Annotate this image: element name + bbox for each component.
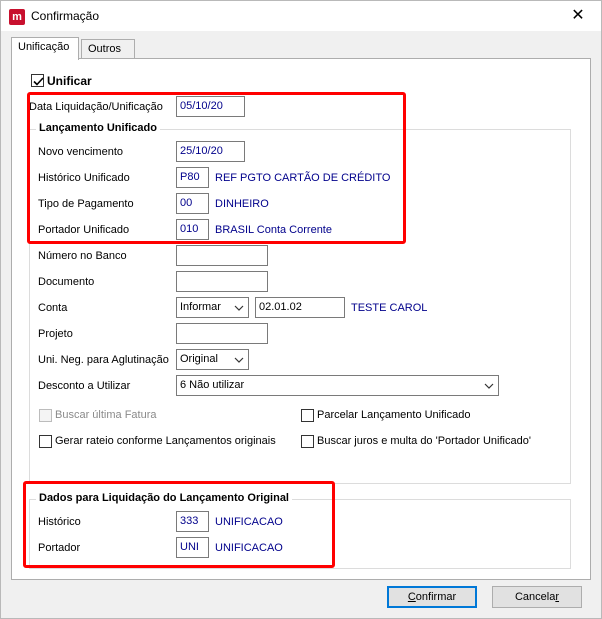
chevron-down-icon [234,305,244,311]
chevron-down-icon [484,383,494,389]
data-liquidacao-input[interactable]: 05/10/20 [176,96,245,117]
historico-unificado-label: Histórico Unificado [38,172,130,184]
app-logo-icon: m [9,9,25,25]
uni-neg-label: Uni. Neg. para Aglutinação [38,354,169,366]
dados-portador-code-input[interactable]: UNI [176,537,209,558]
parcelar-checkbox[interactable] [301,409,314,422]
conta-mode-value: Informar [180,301,221,313]
title-bar: m Confirmação ✕ [1,1,601,31]
tab-outros[interactable]: Outros [81,39,135,59]
cancelar-label-first: Cancela [514,591,556,603]
parcelar-label: Parcelar Lançamento Unificado [317,409,471,421]
numero-banco-input[interactable] [176,245,268,266]
tab-unificacao[interactable]: Unificação [11,37,79,60]
dados-portador-desc: UNIFICACAO [215,542,283,554]
portador-unificado-label: Portador Unificado [38,224,130,236]
desconto-select[interactable]: 6 Não utilizar [176,375,499,396]
documento-input[interactable] [176,271,268,292]
close-button[interactable]: ✕ [555,1,601,31]
dados-historico-desc: UNIFICACAO [215,516,283,528]
projeto-label: Projeto [38,328,73,340]
buscar-ultima-fatura-label: Buscar última Fatura [55,409,157,421]
confirmar-button[interactable]: Confirmar [387,586,477,608]
dados-liquidacao-title: Dados para Liquidação do Lançamento Orig… [36,492,292,504]
buscar-juros-label: Buscar juros e multa do 'Portador Unific… [317,435,531,447]
tipo-pagamento-label: Tipo de Pagamento [38,198,134,210]
historico-unificado-desc: REF PGTO CARTÃO DE CRÉDITO [215,172,391,184]
confirmation-dialog: m Confirmação ✕ Unificação Outros Unific… [0,0,602,619]
portador-unificado-desc: BRASIL Conta Corrente [215,224,332,236]
dados-historico-code-input[interactable]: 333 [176,511,209,532]
portador-unificado-code-input[interactable]: 010 [176,219,209,240]
conta-desc: TESTE CAROL [351,302,428,314]
cancelar-button[interactable]: Cancelar [492,586,582,608]
unificar-checkbox[interactable] [31,74,44,87]
tipo-pagamento-code-input[interactable]: 00 [176,193,209,214]
dados-liquidacao-group [29,499,571,569]
data-liquidacao-label: Data Liquidação/Unificação [29,101,163,113]
conta-mode-select[interactable]: Informar [176,297,249,318]
projeto-input[interactable] [176,323,268,344]
check-icon [33,77,44,86]
window-title: Confirmação [31,9,100,23]
novo-vencimento-input[interactable]: 25/10/20 [176,141,245,162]
buscar-juros-checkbox[interactable] [301,435,314,448]
chevron-down-icon [234,357,244,363]
novo-vencimento-label: Novo vencimento [38,146,123,158]
cancelar-mnemonic: r [555,591,560,603]
dados-historico-label: Histórico [38,516,81,528]
confirmar-mnemonic: C [407,591,416,603]
numero-banco-label: Número no Banco [38,250,127,262]
desconto-label: Desconto a Utilizar [38,380,131,392]
uni-neg-value: Original [180,353,218,365]
uni-neg-select[interactable]: Original [176,349,249,370]
close-icon: ✕ [571,7,585,24]
tipo-pagamento-desc: DINHEIRO [215,198,269,210]
historico-unificado-code-input[interactable]: P80 [176,167,209,188]
unificar-label: Unificar [47,74,92,88]
tab-panel-unificacao: Unificar Data Liquidação/Unificação 05/1… [11,58,591,580]
lancamento-unificado-title: Lançamento Unificado [36,122,160,134]
dados-portador-label: Portador [38,542,81,554]
conta-code-input[interactable]: 02.01.02 [255,297,345,318]
gerar-rateio-label: Gerar rateio conforme Lançamentos origin… [55,435,276,447]
buscar-ultima-fatura-checkbox[interactable] [39,409,52,422]
confirmar-label-rest: onfirmar [415,591,457,603]
gerar-rateio-checkbox[interactable] [39,435,52,448]
documento-label: Documento [38,276,95,288]
desconto-value: 6 Não utilizar [180,379,245,391]
conta-label: Conta [38,302,68,314]
